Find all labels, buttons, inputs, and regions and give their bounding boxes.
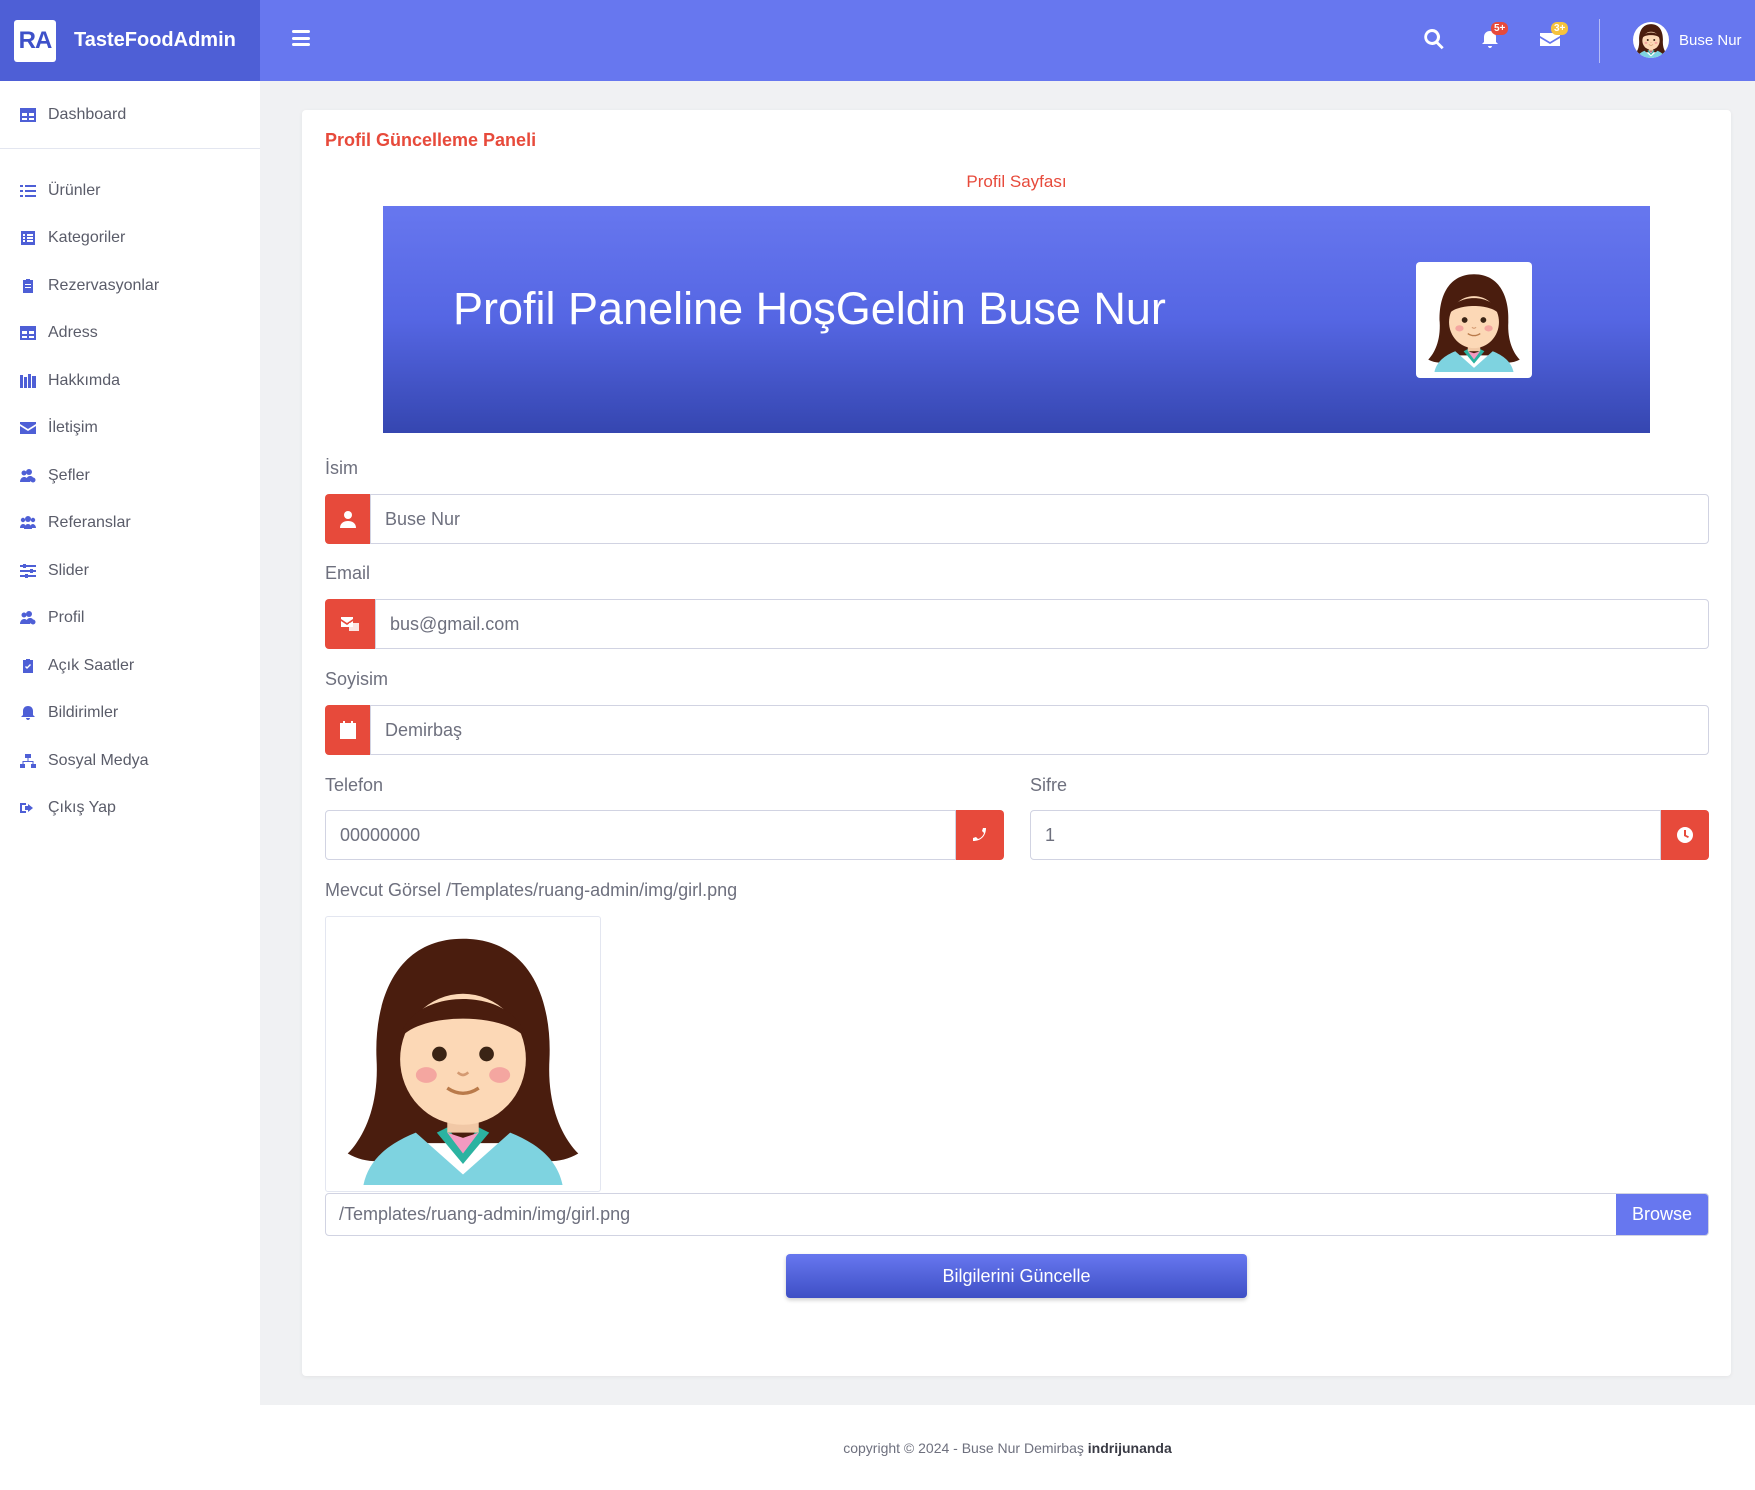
envelope-icon [20, 421, 36, 435]
sidebar-item-referanslar[interactable]: Referanslar [0, 500, 260, 548]
name-input-group: Buse Nur [325, 494, 1709, 544]
calendar-icon [325, 705, 370, 755]
sidebar-nav: Ürünler Kategoriler Rezervasyonlar Adres… [0, 149, 260, 832]
sidebar-item-label: Çıkış Yap [48, 799, 116, 817]
surname-input-group: Demirbaş [325, 705, 1709, 755]
bell-icon [20, 706, 36, 721]
file-path-input[interactable]: /Templates/ruang-admin/img/girl.png [326, 1194, 1616, 1235]
phone-input-group: 00000000 [325, 810, 1004, 860]
sidebar-item-slider[interactable]: Slider [0, 547, 260, 595]
sidebar-item-bildirimler[interactable]: Bildirimler [0, 690, 260, 738]
brand-logo: RA [14, 19, 56, 62]
sidebar-item-hakkimda[interactable]: Hakkımda [0, 357, 260, 405]
password-input-group: 1 [1030, 810, 1709, 860]
name-label: İsim [325, 458, 358, 478]
table-icon [20, 326, 36, 341]
users-cog-icon [20, 468, 36, 483]
search-icon[interactable] [1423, 28, 1445, 50]
page-subtitle: Profil Sayfası [966, 172, 1067, 191]
footer-link[interactable]: indrijunanda [1088, 1440, 1172, 1456]
sidebar-item-sosyal-medya[interactable]: Sosyal Medya [0, 737, 260, 785]
phone-icon [956, 810, 1004, 860]
users-cog-icon [20, 611, 36, 625]
sidebar-item-sefler[interactable]: Şefler [0, 452, 260, 500]
sidebar-item-label: Referanslar [48, 514, 131, 532]
alerts-bell-icon[interactable]: 5+ [1479, 22, 1509, 50]
phone-input[interactable]: 00000000 [325, 810, 956, 860]
sidebar-item-label: Kategoriler [48, 229, 126, 247]
file-upload[interactable]: /Templates/ruang-admin/img/girl.png Brow… [325, 1193, 1709, 1236]
current-image-label: Mevcut Görsel /Templates/ruang-admin/img… [325, 880, 738, 900]
sidebar: RA TasteFoodAdmin Dashboard Ürünler Kate… [0, 0, 260, 1490]
browse-button[interactable]: Browse [1616, 1194, 1708, 1235]
surname-label: Soyisim [325, 669, 389, 689]
sidebar-item-dashboard[interactable]: Dashboard [0, 81, 260, 149]
sidebar-item-urunler[interactable]: Ürünler [0, 167, 260, 215]
sign-out-icon [20, 801, 36, 815]
profile-card: Profil Güncelleme Paneli Profil Sayfası … [302, 110, 1731, 1376]
list-icon [20, 184, 36, 198]
sidebar-item-label: Ürünler [48, 181, 101, 199]
sidebar-item-iletisim[interactable]: İletişim [0, 405, 260, 453]
sitemap-icon [20, 753, 36, 768]
email-input[interactable]: bus@gmail.com [375, 599, 1709, 649]
user-name: Buse Nur [1679, 31, 1742, 49]
sidebar-item-label: Sosyal Medya [48, 751, 149, 769]
card-title: Profil Güncelleme Paneli [325, 130, 537, 150]
mail-bulk-icon [325, 599, 375, 649]
messages-envelope-icon[interactable]: 3+ [1539, 22, 1569, 50]
sidebar-item-label: Dashboard [48, 105, 127, 123]
footer: copyright © 2024 - Buse Nur Demirbaş ind… [260, 1405, 1755, 1490]
clipboard-icon [20, 278, 36, 293]
sidebar-item-label: Slider [48, 561, 89, 579]
welcome-banner: Profil Paneline HoşGeldin Buse Nur [383, 206, 1650, 433]
password-label: Sifre [1030, 775, 1068, 795]
sidebar-item-label: Hakkımda [48, 371, 121, 389]
sidebar-item-label: Adress [48, 324, 98, 342]
sidebar-item-label: Şefler [48, 466, 90, 484]
menu-toggle-icon[interactable] [292, 30, 310, 48]
clipboard-check-icon [20, 658, 36, 673]
email-label: Email [325, 563, 371, 583]
footer-text: copyright © 2024 - Buse Nur Demirbaş [843, 1440, 1084, 1456]
avatar [1633, 22, 1669, 58]
clock-icon [1661, 810, 1709, 860]
welcome-text: Profil Paneline HoşGeldin Buse Nur [453, 283, 1166, 334]
user-icon [325, 494, 370, 544]
sidebar-item-label: İletişim [48, 419, 98, 437]
topbar: 5+ 3+ Buse Nur [260, 0, 1755, 81]
topbar-divider [1599, 19, 1600, 63]
alerts-badge: 5+ [1491, 22, 1509, 35]
sidebar-item-adress[interactable]: Adress [0, 310, 260, 358]
sidebar-item-rezervasyonlar[interactable]: Rezervasyonlar [0, 262, 260, 310]
sliders-icon [20, 563, 36, 578]
sidebar-item-acik-saatler[interactable]: Açık Saatler [0, 642, 260, 690]
surname-input[interactable]: Demirbaş [370, 705, 1709, 755]
sidebar-item-label: Profil [48, 609, 85, 627]
brand[interactable]: RA TasteFoodAdmin [0, 0, 260, 81]
books-icon [20, 373, 36, 388]
sidebar-item-cikis-yap[interactable]: Çıkış Yap [0, 785, 260, 833]
phone-label: Telefon [325, 775, 384, 795]
email-input-group: bus@gmail.com [325, 599, 1709, 649]
sidebar-item-label: Bildirimler [48, 704, 119, 722]
name-input[interactable]: Buse Nur [370, 494, 1709, 544]
users-icon [20, 516, 36, 530]
brand-name: TasteFoodAdmin [74, 29, 236, 51]
list-alt-icon [20, 231, 36, 246]
sidebar-item-profil[interactable]: Profil [0, 595, 260, 643]
sidebar-item-kategoriler[interactable]: Kategoriler [0, 215, 260, 263]
sidebar-item-label: Rezervasyonlar [48, 276, 160, 294]
profile-photo [1416, 262, 1532, 378]
table-icon [20, 107, 36, 122]
messages-badge: 3+ [1551, 22, 1569, 35]
password-input[interactable]: 1 [1030, 810, 1661, 860]
user-dropdown[interactable]: Buse Nur [1633, 22, 1742, 58]
sidebar-item-label: Açık Saatler [48, 656, 135, 674]
update-button[interactable]: Bilgilerini Güncelle [786, 1254, 1247, 1298]
current-image [325, 916, 601, 1192]
